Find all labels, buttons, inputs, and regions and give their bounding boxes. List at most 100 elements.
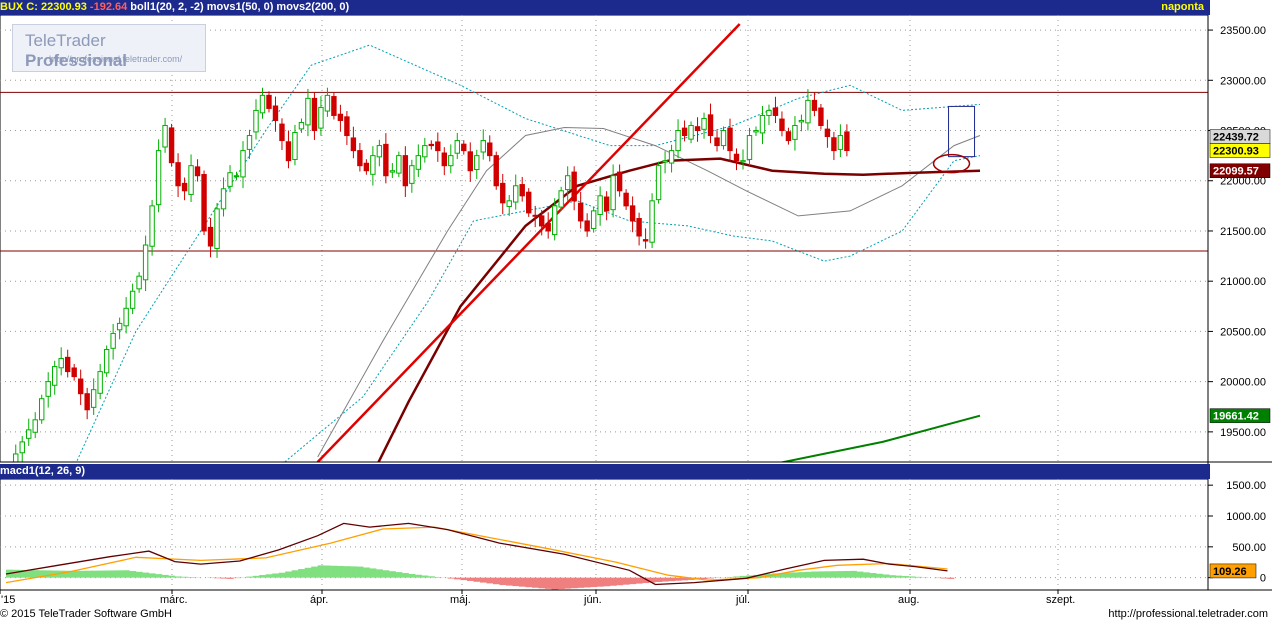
candle-body <box>266 94 272 109</box>
candle-body <box>318 106 324 129</box>
price-plot-area <box>0 14 1209 463</box>
price-chart-header: BUX C: 22300.93 -192.64 boll1(20, 2, -2)… <box>0 0 1210 15</box>
macd-histogram-bar <box>531 577 539 588</box>
macd-histogram-bar <box>668 577 676 582</box>
price-tick-label: 23500.00 <box>1220 25 1266 37</box>
x-tick-label: '15 <box>1 594 15 606</box>
macd-histogram-bar <box>525 577 533 588</box>
price-tick-label: 19500.00 <box>1220 427 1266 439</box>
macd-histogram-bar <box>415 574 422 578</box>
macd-histogram-bar <box>161 574 169 578</box>
candle-body <box>526 191 532 214</box>
candle <box>818 103 824 130</box>
macd-histogram-bar <box>616 577 624 586</box>
macd-histogram-bar <box>570 577 578 589</box>
macd-histogram-bar <box>493 577 500 585</box>
candle-body <box>616 171 623 192</box>
candle-body <box>701 117 707 130</box>
logo-url: http://professional.teletrader.com/ <box>49 54 183 64</box>
candle-body <box>454 140 460 154</box>
price-tag: 22439.72 <box>1209 129 1271 144</box>
candle-body <box>571 171 577 202</box>
macd-histogram-bar <box>804 571 812 578</box>
candle-body <box>746 135 753 160</box>
price-tick-label: 20500.00 <box>1220 326 1266 338</box>
macd-histogram-bar <box>343 566 351 578</box>
macd-histogram-bar <box>856 571 864 578</box>
x-tick-label: aug. <box>898 594 919 606</box>
candle-body <box>805 99 811 124</box>
price-tick-label: 20000.00 <box>1220 377 1266 389</box>
macd-histogram-bar <box>259 575 267 578</box>
candle-body <box>324 94 331 112</box>
macd-histogram-bar <box>895 575 903 578</box>
macd-histogram-bar <box>564 577 572 589</box>
macd-histogram-bar <box>850 570 857 578</box>
candle-body <box>629 205 636 222</box>
change-value: -192.64 <box>89 1 128 13</box>
macd-histogram-bar <box>350 566 357 578</box>
candle-body <box>45 381 51 397</box>
candle-body <box>207 226 214 247</box>
footer-url[interactable]: http://professional.teletrader.com <box>1108 608 1268 620</box>
candle-body <box>214 208 220 249</box>
candle-body <box>32 419 38 433</box>
candle-body <box>188 165 194 195</box>
macd-histogram-bar <box>402 573 409 578</box>
macd-tick-label: 1000.00 <box>1226 511 1266 523</box>
candle-body <box>461 143 467 152</box>
candle-body <box>441 152 448 167</box>
candle-body <box>149 205 155 247</box>
candle-body <box>337 113 344 121</box>
macd-histogram-bar <box>499 577 507 586</box>
candle-body <box>155 150 162 206</box>
period-label[interactable]: naponta <box>1161 0 1204 15</box>
candle-body <box>720 130 727 147</box>
candle-body <box>311 97 318 132</box>
candle <box>558 186 564 212</box>
macd-value-tag: 109.26 <box>1209 563 1257 579</box>
candle-body <box>84 393 90 411</box>
chart-canvas: 23500.0023000.0022500.0022000.0021500.00… <box>0 0 1272 625</box>
macd-histogram-bar <box>408 573 416 578</box>
macd-histogram-bar <box>518 577 526 587</box>
candle-body <box>642 239 649 242</box>
candle-body <box>824 128 831 138</box>
candle-body <box>103 348 110 374</box>
candle-body <box>19 441 25 454</box>
candle <box>331 92 337 120</box>
candle-body <box>584 220 590 232</box>
macd-histogram-bar <box>941 577 948 579</box>
candle <box>103 345 110 377</box>
macd-histogram-bar <box>947 577 955 579</box>
macd-histogram-bar <box>395 572 403 578</box>
candle-body <box>435 141 441 152</box>
candle-body <box>551 205 558 236</box>
macd-histogram-bar <box>298 569 305 578</box>
candle-body <box>733 153 740 162</box>
macd-histogram-bar <box>220 577 228 579</box>
macd-histogram-bar <box>473 577 481 582</box>
candle-body <box>727 127 733 152</box>
candle-body <box>474 155 480 170</box>
candle-body <box>467 151 473 172</box>
macd-histogram-bar <box>12 569 20 578</box>
price-tag-label: 22099.57 <box>1213 166 1259 178</box>
macd-histogram-bar <box>733 576 741 578</box>
candle-body <box>798 119 805 123</box>
macd-histogram-bar <box>811 571 818 578</box>
macd-histogram-bar <box>356 566 364 578</box>
macd-histogram-bar <box>324 565 331 578</box>
candle-body <box>532 214 538 217</box>
macd-histogram-bar <box>876 573 883 578</box>
candle <box>155 139 162 213</box>
macd-histogram-bar <box>116 570 124 578</box>
macd-histogram-bar <box>824 571 831 578</box>
macd-histogram-bar <box>389 571 396 578</box>
candle-body <box>818 107 824 126</box>
price-tick-label: 21000.00 <box>1220 276 1266 288</box>
macd-histogram-bar <box>674 577 682 581</box>
macd-histogram-bar <box>603 577 611 587</box>
macd-tick-label: 0 <box>1260 573 1266 585</box>
indicators-label: boll1(20, 2, -2) movs1(50, 0) movs2(200,… <box>130 1 350 13</box>
